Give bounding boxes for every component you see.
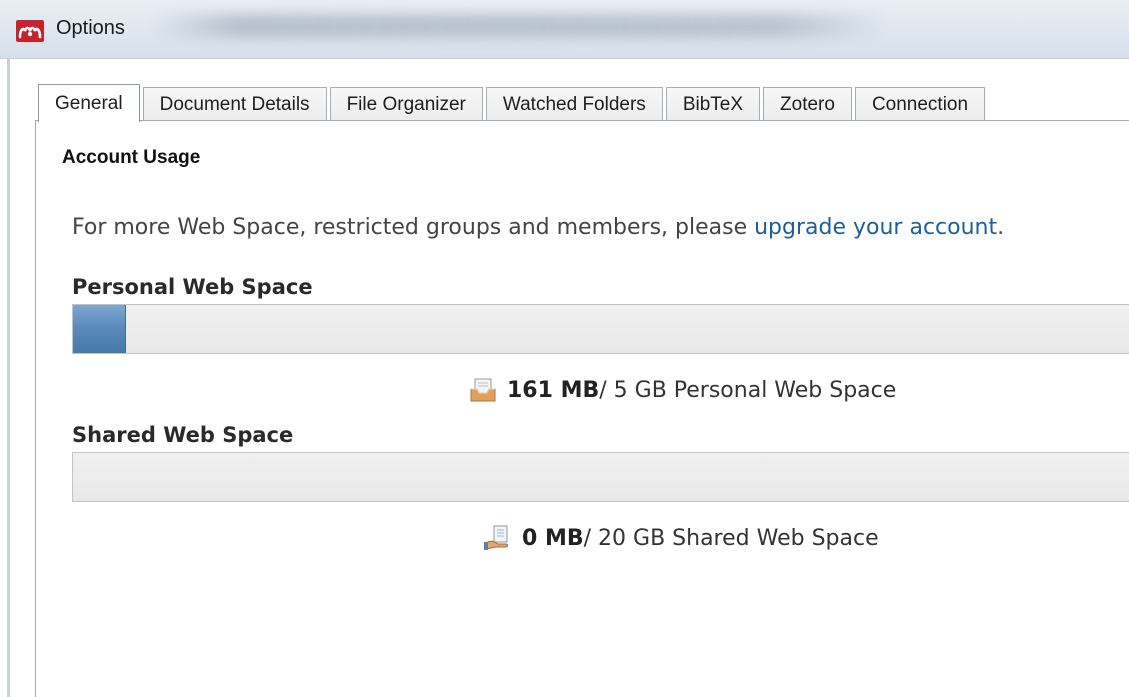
personal-usage-text: 161 MB / 5 GB Personal Web Space	[469, 377, 896, 403]
upgrade-info-text: For more Web Space, restricted groups an…	[72, 215, 1004, 240]
personal-used-value: 161 MB	[507, 377, 600, 403]
tab-strip: General Document Details File Organizer …	[38, 83, 988, 122]
upgrade-info-prefix: For more Web Space, restricted groups an…	[72, 215, 755, 240]
shared-web-space-label: Shared Web Space	[72, 423, 294, 447]
tab-general[interactable]: General	[38, 84, 140, 122]
shared-space-icon	[484, 525, 508, 550]
personal-space-icon	[470, 378, 496, 402]
tab-watched-folders[interactable]: Watched Folders	[485, 87, 663, 121]
personal-total-text: / 5 GB Personal Web Space	[599, 377, 897, 403]
account-usage-heading: Account Usage	[62, 147, 201, 168]
personal-web-space-fill	[73, 305, 126, 353]
upgrade-info-suffix: .	[997, 215, 1005, 240]
personal-web-space-bar	[72, 304, 1129, 354]
tab-file-organizer[interactable]: File Organizer	[329, 87, 483, 121]
options-window: Options General Document Details File Or…	[0, 0, 1129, 697]
shared-usage-text: 0 MB / 20 GB Shared Web Space	[484, 525, 879, 551]
upgrade-account-link[interactable]: upgrade your account	[754, 215, 997, 240]
blurred-window-path	[150, 14, 890, 38]
general-tab-panel	[36, 121, 1129, 697]
personal-web-space-label: Personal Web Space	[72, 275, 313, 299]
tab-document-details[interactable]: Document Details	[142, 87, 327, 121]
tab-bibtex[interactable]: BibTeX	[665, 87, 761, 121]
window-frame-left	[7, 58, 10, 697]
shared-total-text: / 20 GB Shared Web Space	[583, 525, 879, 551]
mendeley-logo-icon	[16, 20, 44, 42]
tab-connection[interactable]: Connection	[854, 87, 986, 121]
shared-used-value: 0 MB	[522, 525, 584, 551]
tab-zotero[interactable]: Zotero	[763, 87, 852, 121]
window-title: Options	[56, 17, 125, 39]
title-bar[interactable]: Options	[0, 0, 1129, 59]
shared-web-space-bar	[72, 452, 1129, 502]
